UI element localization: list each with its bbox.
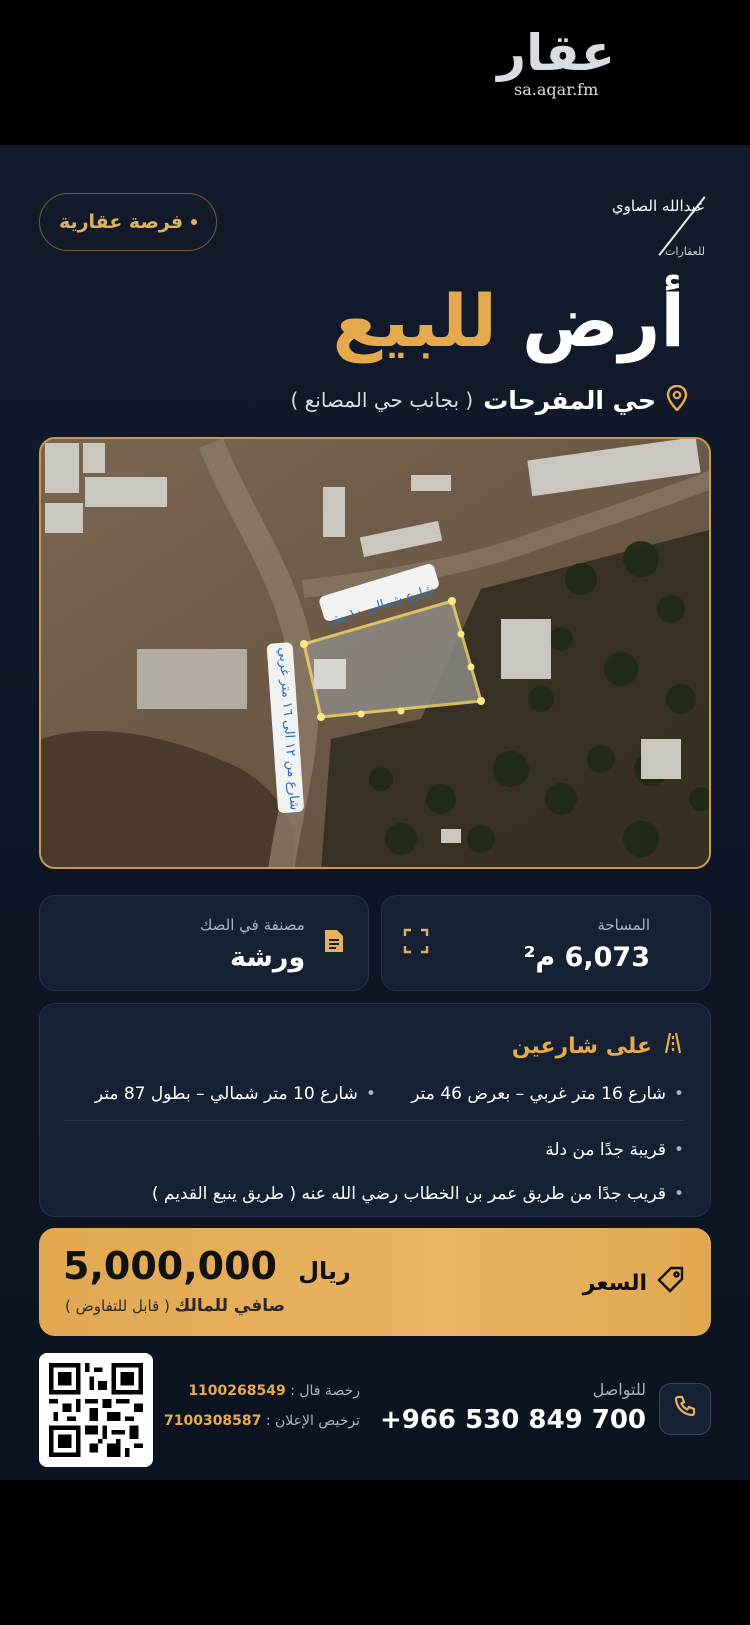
- badge-dot: [191, 219, 198, 225]
- location-line: حي المفرحات ( بجانب حي المصانع ): [290, 384, 688, 415]
- area-value: 6,073 م²: [523, 942, 650, 973]
- street-west-fact: شارع 16 متر غربي – بعرض 46 متر: [411, 1084, 666, 1104]
- price-label: السعر: [583, 1266, 685, 1300]
- brand-name: عبدالله الصاوي: [611, 197, 706, 215]
- page-title: أرض للبيع: [333, 285, 685, 357]
- classification-value: ورشة: [230, 942, 306, 973]
- ad-license-value: 7100308587: [163, 1413, 262, 1429]
- price-note-net: صافي للمالك: [174, 1296, 286, 1316]
- note-near-road: قريب جدًا من طريق عمر بن الخطاب رضي الله…: [151, 1184, 666, 1204]
- location-pin-icon: [666, 384, 688, 415]
- aqar-url: sa.aqar.fm: [514, 80, 599, 99]
- area-card: المساحة 6,073 م²: [381, 895, 711, 991]
- price-amount: ريال 5,000,000: [63, 1244, 351, 1288]
- phone-number[interactable]: +966 530 849 700: [380, 1405, 646, 1435]
- price-label-text: السعر: [582, 1270, 647, 1296]
- price-banner: السعر ريال 5,000,000 صافي للمالك ( قابل …: [39, 1228, 711, 1336]
- listing-flyer: فرصة عقارية عبدالله الصاوي للعقارات أرض …: [0, 145, 750, 1480]
- expand-corners-icon: [402, 928, 430, 956]
- ad-license: ترخيص الإعلان : 7100308587: [164, 1413, 360, 1429]
- brand-subtitle: للعقارات: [665, 245, 705, 258]
- brand-logo: عبدالله الصاوي للعقارات: [600, 181, 706, 261]
- price-currency: ريال: [298, 1257, 351, 1285]
- price-note: صافي للمالك ( قابل للتفاوض ): [65, 1296, 285, 1316]
- qr-code[interactable]: [39, 1353, 153, 1467]
- area-label: المساحة: [597, 916, 650, 934]
- badge-label: فرصة عقارية: [58, 211, 184, 233]
- streets-title: على شارعين: [512, 1032, 684, 1060]
- divider: [64, 1120, 684, 1121]
- tag-icon: [657, 1266, 685, 1300]
- fal-license-key: رخصة فال :: [290, 1383, 360, 1399]
- fal-license: رخصة فال : 1100268549: [188, 1383, 360, 1399]
- streets-card: على شارعين •شارع 16 متر غربي – بعرض 46 م…: [39, 1003, 711, 1217]
- title-word-for-sale: للبيع: [332, 279, 497, 363]
- street-facts-row: •شارع 16 متر غربي – بعرض 46 متر •شارع 10…: [94, 1084, 684, 1104]
- title-word-land: أرض: [522, 279, 685, 363]
- ad-license-key: ترخيص الإعلان :: [265, 1413, 360, 1429]
- district-name: حي المفرحات: [483, 385, 656, 415]
- list-item: •قريبة جدًا من دلة: [545, 1140, 684, 1160]
- price-value: 5,000,000: [63, 1244, 277, 1288]
- contact-label: للتواصل: [592, 1380, 646, 1399]
- call-button[interactable]: [659, 1383, 711, 1435]
- district-note: ( بجانب حي المصانع ): [290, 388, 474, 412]
- aqar-watermark: عقار sa.aqar.fm: [497, 28, 615, 99]
- document-icon: [320, 928, 348, 956]
- phone-icon: [673, 1394, 697, 1424]
- price-note-negotiable: ( قابل للتفاوض ): [65, 1297, 170, 1315]
- note-near-dallah: قريبة جدًا من دلة: [545, 1140, 666, 1160]
- road-icon: [662, 1032, 684, 1060]
- aqar-logo: عقار: [497, 24, 615, 82]
- satellite-map: شارع شمالي ١٠ متر شارع من ١٢ الى ١٦ متر …: [39, 437, 711, 869]
- streets-title-text: على شارعين: [511, 1033, 652, 1059]
- list-item: •قريب جدًا من طريق عمر بن الخطاب رضي الل…: [151, 1184, 684, 1204]
- classification-card: مصنفة في الصك ورشة: [39, 895, 369, 991]
- fal-license-value: 1100268549: [188, 1383, 286, 1399]
- opportunity-badge: فرصة عقارية: [39, 193, 217, 251]
- classification-label: مصنفة في الصك: [200, 916, 305, 934]
- street-north-fact: شارع 10 متر شمالي – بطول 87 متر: [94, 1084, 358, 1104]
